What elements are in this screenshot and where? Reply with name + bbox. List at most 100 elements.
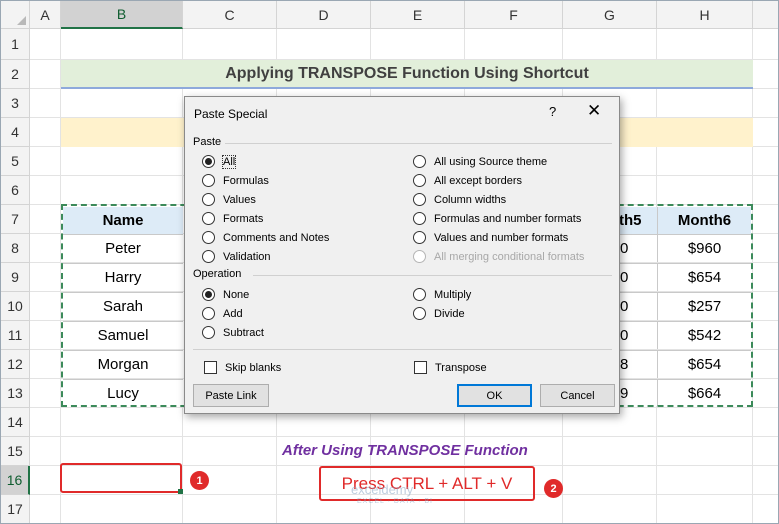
- operation-option-multiply[interactable]: Multiply: [413, 288, 471, 301]
- paste-option-formulas-label: Formulas: [223, 174, 269, 187]
- checkbox-icon[interactable]: [414, 361, 427, 374]
- row-header-2[interactable]: 2: [1, 60, 30, 89]
- watermark-tagline: EXCEL · DATA · BI: [357, 498, 433, 505]
- row-header-16[interactable]: 16: [1, 466, 30, 495]
- checkbox-icon[interactable]: [204, 361, 217, 374]
- paste-option-column-widths[interactable]: Column widths: [413, 193, 506, 206]
- row-header-1[interactable]: 1: [1, 29, 30, 60]
- radio-icon[interactable]: [202, 326, 215, 339]
- paste-option-values[interactable]: Values: [202, 193, 256, 206]
- column-header-blank: [753, 1, 778, 29]
- radio-disabled-icon: [413, 250, 426, 263]
- row-header-9[interactable]: 9: [1, 263, 30, 292]
- spreadsheet-frame: A B C D E F G H 1 2 3 4 5 6 7 8 9 10 11 …: [0, 0, 779, 524]
- column-header-f[interactable]: F: [465, 1, 563, 29]
- paste-option-comments-notes[interactable]: Comments and Notes: [202, 231, 329, 244]
- radio-selected-icon[interactable]: [202, 288, 215, 301]
- paste-option-merging-conditional: All merging conditional formats: [413, 250, 584, 263]
- paste-option-values-number-formats-label: Values and number formats: [434, 231, 569, 244]
- paste-option-comments-notes-label: Comments and Notes: [223, 231, 330, 244]
- radio-icon[interactable]: [413, 231, 426, 244]
- operation-option-divide[interactable]: Divide: [413, 307, 465, 320]
- row-header-7[interactable]: 7: [1, 205, 30, 234]
- column-header-e[interactable]: E: [371, 1, 465, 29]
- operation-option-divide-label: Divide: [434, 307, 465, 320]
- paste-option-validation[interactable]: Validation: [202, 250, 271, 263]
- after-using-caption: After Using TRANSPOSE Function: [282, 442, 528, 459]
- paste-option-formulas-number-formats[interactable]: Formulas and number formats: [413, 212, 581, 225]
- paste-option-formats-label: Formats: [223, 212, 264, 225]
- operation-option-subtract[interactable]: Subtract: [202, 326, 264, 339]
- help-icon[interactable]: ?: [549, 104, 556, 119]
- paste-option-except-borders[interactable]: All except borders: [413, 174, 522, 187]
- column-header-c[interactable]: C: [183, 1, 277, 29]
- radio-icon[interactable]: [413, 155, 426, 168]
- operation-option-subtract-label: Subtract: [223, 326, 264, 339]
- radio-icon[interactable]: [413, 288, 426, 301]
- paste-option-all-label: All: [221, 154, 237, 169]
- row-header-10[interactable]: 10: [1, 292, 30, 321]
- skip-blanks-checkbox[interactable]: Skip blanks: [204, 361, 281, 374]
- row-header-3[interactable]: 3: [1, 89, 30, 118]
- row-header-17[interactable]: 17: [1, 495, 30, 523]
- watermark-brand: exceldemy: [351, 482, 414, 497]
- paste-option-all[interactable]: All: [202, 154, 237, 169]
- checkbox-divider: [193, 349, 612, 350]
- paste-option-source-theme-label: All using Source theme: [434, 155, 548, 168]
- paste-option-formats[interactable]: Formats: [202, 212, 263, 225]
- transpose-checkbox[interactable]: Transpose: [414, 361, 487, 374]
- row-header-8[interactable]: 8: [1, 234, 30, 263]
- paste-option-formulas-number-formats-label: Formulas and number formats: [434, 212, 582, 225]
- row-header-5[interactable]: 5: [1, 147, 30, 176]
- dialog-title: Paste Special: [194, 107, 268, 121]
- paste-link-button[interactable]: Paste Link: [193, 384, 269, 407]
- radio-icon[interactable]: [413, 307, 426, 320]
- paste-option-merging-conditional-label: All merging conditional formats: [434, 250, 585, 263]
- step-badge-1: 1: [190, 471, 209, 490]
- radio-icon[interactable]: [202, 212, 215, 225]
- radio-icon[interactable]: [202, 307, 215, 320]
- row-header-4[interactable]: 4: [1, 118, 30, 147]
- row-header-15[interactable]: 15: [1, 437, 30, 466]
- radio-icon[interactable]: [202, 193, 215, 206]
- fill-handle[interactable]: [178, 489, 183, 494]
- radio-icon[interactable]: [413, 174, 426, 187]
- paste-group-label: Paste: [193, 136, 222, 148]
- row-header-14[interactable]: 14: [1, 408, 30, 437]
- row-header-13[interactable]: 13: [1, 379, 30, 408]
- column-header-g[interactable]: G: [563, 1, 657, 29]
- column-header-a[interactable]: A: [30, 1, 61, 29]
- radio-icon[interactable]: [202, 250, 215, 263]
- paste-special-dialog: Paste Special ? ✕ Paste All Formulas Val…: [184, 96, 620, 414]
- operation-group-label: Operation: [193, 268, 242, 280]
- operation-option-add[interactable]: Add: [202, 307, 243, 320]
- selected-cell-b16[interactable]: [60, 463, 182, 493]
- row-header-6[interactable]: 6: [1, 176, 30, 205]
- paste-option-source-theme[interactable]: All using Source theme: [413, 155, 547, 168]
- sheet-title[interactable]: Applying TRANSPOSE Function Using Shortc…: [61, 60, 753, 89]
- radio-icon[interactable]: [413, 212, 426, 225]
- row-header-11[interactable]: 11: [1, 321, 30, 350]
- select-all-corner[interactable]: [1, 1, 30, 29]
- radio-selected-icon[interactable]: [202, 155, 215, 168]
- ok-button[interactable]: OK: [457, 384, 532, 407]
- column-header-h[interactable]: H: [657, 1, 753, 29]
- row-header-12[interactable]: 12: [1, 350, 30, 379]
- step-badge-2: 2: [544, 479, 563, 498]
- operation-group-divider: [253, 275, 612, 276]
- paste-group-divider: [225, 143, 612, 144]
- column-header-b[interactable]: B: [61, 1, 183, 29]
- column-header-d[interactable]: D: [277, 1, 371, 29]
- paste-option-formulas[interactable]: Formulas: [202, 174, 269, 187]
- paste-option-validation-label: Validation: [223, 250, 271, 263]
- radio-icon[interactable]: [413, 193, 426, 206]
- radio-icon[interactable]: [202, 231, 215, 244]
- cancel-button[interactable]: Cancel: [540, 384, 615, 407]
- close-icon[interactable]: ✕: [587, 101, 601, 121]
- paste-option-values-number-formats[interactable]: Values and number formats: [413, 231, 568, 244]
- operation-option-none[interactable]: None: [202, 288, 249, 301]
- transpose-label: Transpose: [435, 361, 487, 374]
- operation-option-multiply-label: Multiply: [434, 288, 472, 301]
- operation-option-add-label: Add: [223, 307, 243, 320]
- radio-icon[interactable]: [202, 174, 215, 187]
